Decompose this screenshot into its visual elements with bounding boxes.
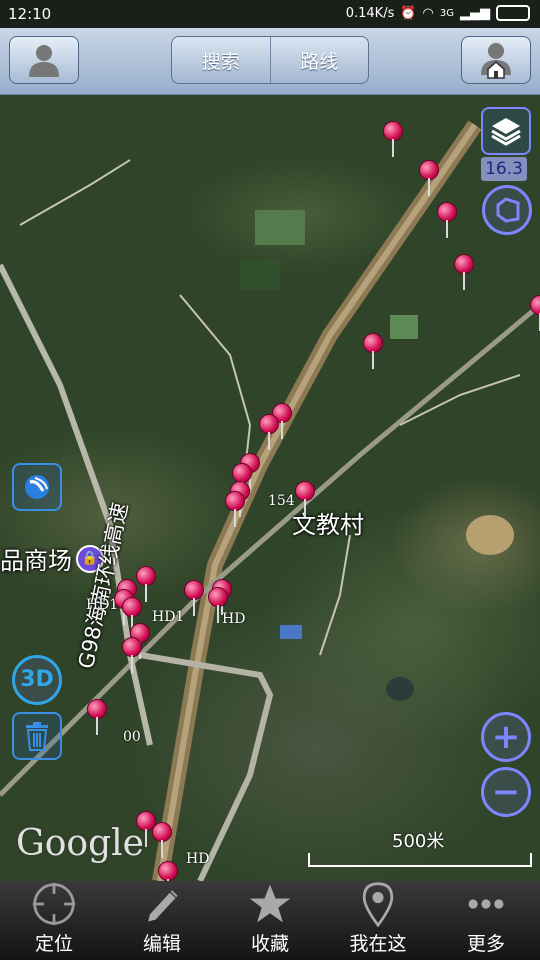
status-time: 12:10 [8, 5, 52, 23]
compass-button[interactable] [482, 185, 532, 235]
trash-icon [26, 722, 48, 751]
network-speed: 0.14K/s [345, 5, 395, 21]
scale-bar [308, 853, 532, 867]
map-pin[interactable] [152, 822, 174, 862]
route-button[interactable]: 路线 [269, 37, 369, 83]
poi-154-label: 154 [268, 493, 295, 509]
poi-hd1-label: HD1 [152, 609, 185, 625]
poi-00-label: 00 [123, 729, 141, 745]
tab-more[interactable]: 更多 [432, 881, 540, 960]
3d-button[interactable]: 3D [12, 655, 62, 705]
map-pin[interactable] [530, 295, 540, 335]
user-icon [29, 45, 59, 77]
search-route-toggle: 搜索 路线 [171, 36, 369, 84]
map-view[interactable]: 文教村 品商场 🔒 G98海南环线高速 154 HD1 HD1 HD HD 00… [0, 95, 540, 881]
map-pin[interactable] [437, 202, 459, 242]
pencil-icon [148, 890, 178, 922]
status-bar: 12:10 0.14K/s ⏰ ◠ 3G ▂▄▆ [0, 0, 540, 28]
alarm-icon: ⏰ [400, 5, 417, 21]
status-indicators: 0.14K/s ⏰ ◠ 3G ▂▄▆ [346, 5, 530, 21]
zoom-out-button[interactable]: − [481, 767, 531, 817]
tab-label: 定位 [34, 933, 73, 955]
map-pin[interactable] [122, 637, 144, 677]
map-pin[interactable] [208, 587, 230, 627]
tab-label: 收藏 [250, 933, 289, 955]
map-pin[interactable] [454, 254, 476, 294]
tab-label: 更多 [466, 933, 505, 955]
tab-favorites[interactable]: 收藏 [216, 881, 324, 960]
layers-icon [491, 118, 521, 146]
mall-label: 品商场 [0, 547, 72, 575]
google-watermark: Google [16, 823, 144, 864]
user-avatar-button[interactable] [9, 36, 79, 84]
crosshair-icon [32, 882, 76, 926]
satellite-button[interactable] [12, 463, 62, 511]
map-pin[interactable] [87, 699, 109, 739]
more-dots-icon [468, 899, 504, 909]
zoom-in-button[interactable]: + [481, 712, 531, 762]
map-pin[interactable] [259, 414, 281, 454]
map-pin[interactable] [295, 481, 317, 521]
map-pin[interactable] [225, 491, 247, 531]
map-pin[interactable] [383, 121, 405, 161]
wifi-icon: ◠ [422, 5, 434, 21]
map-pin[interactable] [184, 580, 206, 620]
location-pin-icon [362, 882, 394, 927]
map-pin[interactable] [158, 861, 180, 881]
top-bar: 搜索 路线 [0, 28, 540, 95]
network-type: 3G [439, 7, 454, 19]
star-icon [249, 884, 291, 923]
search-button[interactable]: 搜索 [172, 37, 270, 83]
signal-icon: ▂▄▆ [460, 5, 490, 21]
tab-edit[interactable]: 编辑 [108, 881, 216, 960]
home-user-button[interactable] [461, 36, 531, 84]
tab-label: 编辑 [142, 933, 181, 955]
map-pin[interactable] [363, 333, 385, 373]
map-roads [0, 120, 540, 881]
tab-i-am-here[interactable]: 我在这 [324, 881, 432, 960]
scale-label: 500米 [392, 831, 445, 852]
satellite-icon [25, 475, 49, 499]
bottom-tab-bar: 定位 编辑 收藏 我在这 更多 [0, 881, 540, 960]
battery-icon [496, 5, 530, 21]
compass-icon [496, 197, 520, 223]
tab-label: 我在这 [349, 933, 407, 955]
layers-button[interactable] [481, 107, 531, 155]
poi-hd-label: HD [186, 851, 210, 867]
map-pin[interactable] [419, 160, 441, 200]
clear-button[interactable] [12, 712, 62, 760]
zoom-level-label: 16.3 [481, 157, 527, 181]
user-home-icon [481, 43, 511, 79]
tab-locate[interactable]: 定位 [0, 881, 108, 960]
